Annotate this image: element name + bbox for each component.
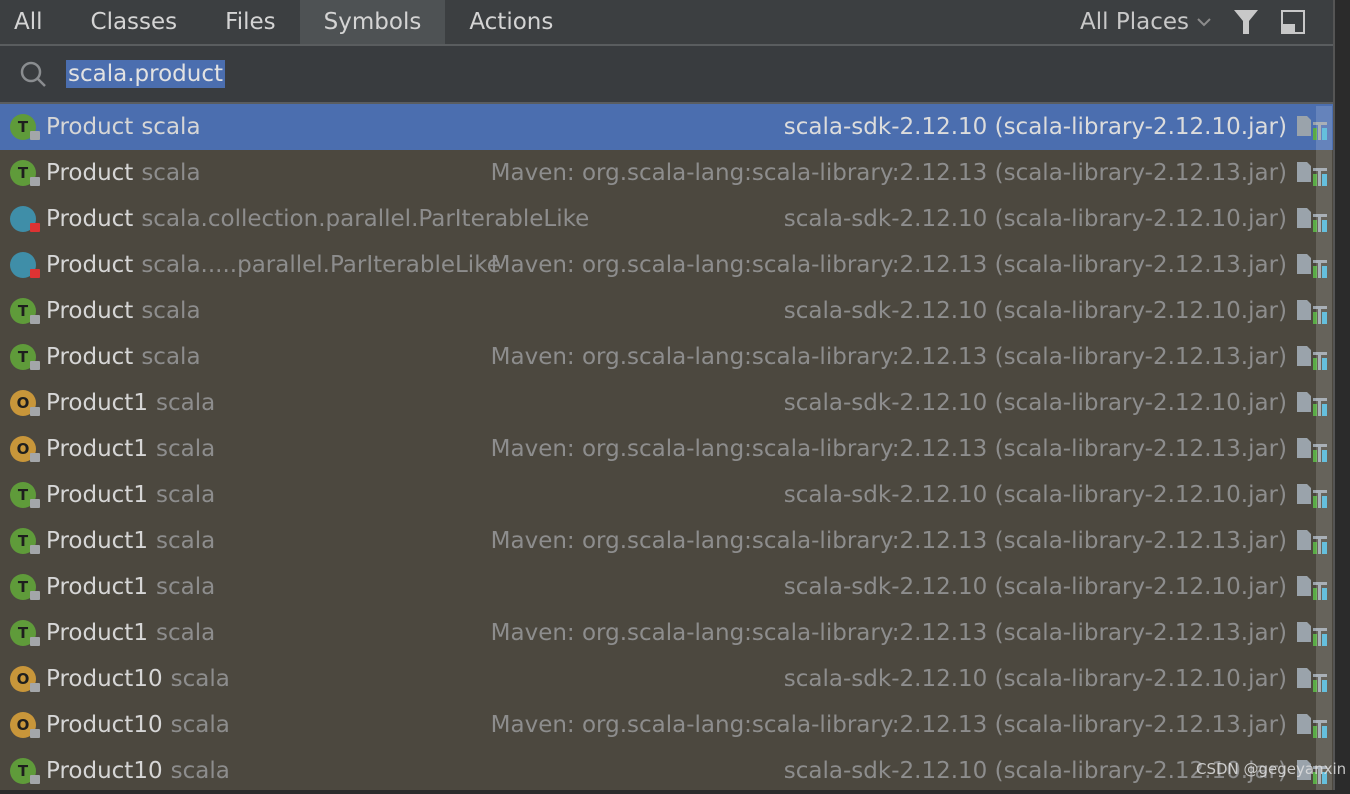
- result-package: scala: [155, 620, 216, 646]
- result-row[interactable]: O Product1 scala scala-sdk-2.12.10 (scal…: [0, 380, 1333, 426]
- scrollbar[interactable]: [1316, 106, 1332, 790]
- trait-icon: T: [10, 756, 40, 786]
- result-location: Maven: org.scala-lang:scala-library:2.12…: [490, 528, 1287, 554]
- result-name: Product: [46, 160, 134, 186]
- result-row[interactable]: T Product1 scala Maven: org.scala-lang:s…: [0, 610, 1333, 656]
- result-location: scala-sdk-2.12.10 (scala-library-2.12.10…: [783, 666, 1287, 692]
- result-name: Product: [46, 206, 134, 232]
- result-location: scala-sdk-2.12.10 (scala-library-2.12.10…: [783, 390, 1287, 416]
- result-name: Product1: [46, 574, 148, 600]
- tab-all[interactable]: All: [0, 0, 67, 44]
- result-name: Product1: [46, 528, 148, 554]
- object-icon: O: [10, 710, 40, 740]
- scope-label: All Places: [1080, 9, 1189, 35]
- trait-icon: T: [10, 526, 40, 556]
- result-package: scala: [155, 482, 216, 508]
- result-package: scala: [170, 712, 230, 738]
- trait-icon: T: [10, 618, 40, 648]
- result-name: Product: [46, 252, 134, 278]
- result-location: scala-sdk-2.12.10 (scala-library-2.12.10…: [783, 298, 1287, 324]
- trait-icon: T: [10, 158, 40, 188]
- tab-bar: All Classes Files Symbols Actions All Pl…: [0, 0, 1333, 46]
- trait-icon: T: [10, 296, 40, 326]
- search-icon: [20, 61, 46, 87]
- search-bar: scala.product: [0, 46, 1333, 104]
- object-icon: O: [10, 434, 40, 464]
- chevron-down-icon: [1197, 18, 1211, 27]
- object-icon: O: [10, 388, 40, 418]
- result-row[interactable]: T Product10 scala scala-sdk-2.12.10 (sca…: [0, 748, 1333, 794]
- result-location: Maven: org.scala-lang:scala-library:2.12…: [490, 160, 1287, 186]
- result-package: scala: [141, 298, 201, 324]
- result-package: scala: [170, 666, 230, 692]
- tab-classes[interactable]: Classes: [67, 0, 202, 44]
- result-row[interactable]: T Product scala scala-sdk-2.12.10 (scala…: [0, 104, 1333, 150]
- result-location: Maven: org.scala-lang:scala-library:2.12…: [490, 712, 1287, 738]
- result-row[interactable]: Product scala.....parallel.ParIterableLi…: [0, 242, 1333, 288]
- result-package: scala: [170, 758, 230, 784]
- result-package: scala: [141, 160, 201, 186]
- result-row[interactable]: T Product scala scala-sdk-2.12.10 (scala…: [0, 288, 1333, 334]
- result-package: scala: [155, 528, 216, 554]
- result-name: Product1: [46, 436, 148, 462]
- result-package: scala: [141, 344, 201, 370]
- filter-icon[interactable]: [1233, 9, 1259, 35]
- result-package: scala: [155, 574, 216, 600]
- result-name: Product10: [46, 712, 163, 738]
- result-row[interactable]: O Product10 scala Maven: org.scala-lang:…: [0, 702, 1333, 748]
- trait-icon: T: [10, 112, 40, 142]
- result-row[interactable]: T Product1 scala scala-sdk-2.12.10 (scal…: [0, 564, 1333, 610]
- result-row[interactable]: O Product1 scala Maven: org.scala-lang:s…: [0, 426, 1333, 472]
- results-list: T Product scala scala-sdk-2.12.10 (scala…: [0, 104, 1333, 794]
- result-row[interactable]: O Product10 scala scala-sdk-2.12.10 (sca…: [0, 656, 1333, 702]
- result-package: scala.....parallel.ParIterableLike: [141, 252, 501, 278]
- result-location: scala-sdk-2.12.10 (scala-library-2.12.10…: [783, 114, 1287, 140]
- result-row[interactable]: Product scala.collection.parallel.ParIte…: [0, 196, 1333, 242]
- tab-files[interactable]: Files: [201, 0, 299, 44]
- result-location: Maven: org.scala-lang:scala-library:2.12…: [490, 252, 1287, 278]
- result-name: Product1: [46, 482, 148, 508]
- result-package: scala: [155, 390, 216, 416]
- result-location: Maven: org.scala-lang:scala-library:2.12…: [490, 436, 1287, 462]
- result-row[interactable]: T Product scala Maven: org.scala-lang:sc…: [0, 334, 1333, 380]
- result-location: scala-sdk-2.12.10 (scala-library-2.12.10…: [783, 482, 1287, 508]
- result-location: Maven: org.scala-lang:scala-library:2.12…: [490, 344, 1287, 370]
- result-package: scala: [141, 114, 201, 140]
- result-name: Product1: [46, 620, 148, 646]
- result-location: Maven: org.scala-lang:scala-library:2.12…: [490, 620, 1287, 646]
- tab-symbols[interactable]: Symbols: [299, 0, 446, 44]
- result-row[interactable]: T Product scala Maven: org.scala-lang:sc…: [0, 150, 1333, 196]
- class-icon: [10, 204, 40, 234]
- result-name: Product1: [46, 390, 148, 416]
- result-row[interactable]: T Product1 scala scala-sdk-2.12.10 (scal…: [0, 472, 1333, 518]
- search-input[interactable]: scala.product: [66, 60, 225, 88]
- trait-icon: T: [10, 342, 40, 372]
- result-name: Product: [46, 344, 134, 370]
- result-row[interactable]: T Product1 scala Maven: org.scala-lang:s…: [0, 518, 1333, 564]
- tab-actions[interactable]: Actions: [445, 0, 577, 44]
- result-package: scala: [155, 436, 216, 462]
- result-name: Product: [46, 114, 134, 140]
- result-name: Product10: [46, 666, 163, 692]
- pin-window-icon[interactable]: [1281, 10, 1305, 34]
- result-package: scala.collection.parallel.ParIterableLik…: [141, 206, 590, 232]
- search-everywhere-popup: All Classes Files Symbols Actions All Pl…: [0, 0, 1335, 790]
- result-name: Product10: [46, 758, 163, 784]
- scope-dropdown[interactable]: All Places: [1080, 9, 1211, 35]
- trait-icon: T: [10, 572, 40, 602]
- object-icon: O: [10, 664, 40, 694]
- class-icon: [10, 250, 40, 280]
- watermark: CSDN @gegeyanxin: [1196, 760, 1347, 778]
- trait-icon: T: [10, 480, 40, 510]
- result-location: scala-sdk-2.12.10 (scala-library-2.12.10…: [783, 574, 1287, 600]
- result-name: Product: [46, 298, 134, 324]
- result-location: scala-sdk-2.12.10 (scala-library-2.12.10…: [783, 206, 1287, 232]
